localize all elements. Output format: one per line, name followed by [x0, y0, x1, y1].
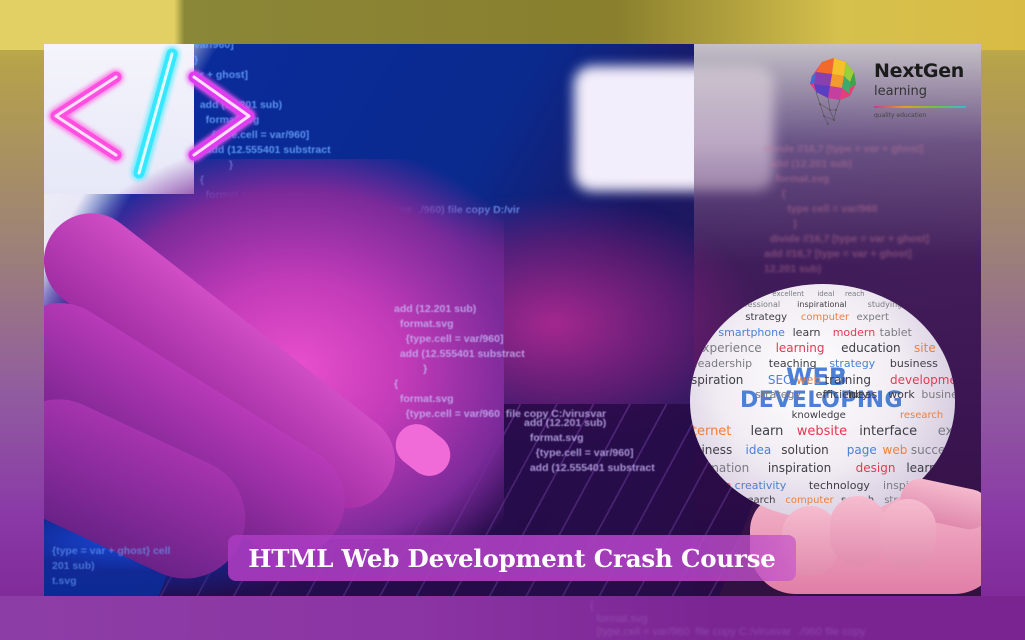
sphere-word: experience	[937, 424, 955, 439]
sphere-word: strategy	[755, 388, 801, 401]
sphere-word: website	[796, 424, 848, 439]
sphere-word: teaching	[768, 357, 817, 370]
sphere-word: inspiration	[690, 373, 744, 387]
sphere-word: smartphone	[718, 326, 785, 339]
sphere-word: creativity	[734, 479, 787, 492]
sphere-word: web	[882, 443, 908, 457]
sphere-word: expert	[856, 312, 889, 323]
sphere-word: success	[910, 443, 955, 457]
sphere-word: tablet	[879, 326, 912, 339]
sphere-word: ideas	[705, 495, 732, 506]
sphere-word: solution	[781, 443, 829, 457]
sphere-word: business	[690, 443, 733, 457]
sphere-word: search	[742, 495, 776, 506]
sphere-word: learning	[906, 461, 955, 475]
left-angle-bracket	[50, 71, 122, 161]
sphere-word: research	[900, 410, 944, 421]
brand-divider	[874, 106, 966, 108]
finger-tip	[880, 499, 936, 569]
sphere-word: inspiration	[767, 461, 832, 475]
sphere-word: learn	[750, 424, 784, 439]
sphere-word: learn	[792, 326, 821, 339]
nextgen-logo: NextGen learning quality education	[806, 54, 976, 134]
sphere-word: modern	[832, 326, 876, 339]
sphere-word: computer	[785, 495, 834, 506]
code-block-bottom-left: {type = var + ghost} cell 201 sub) t.svg	[52, 545, 171, 587]
sphere-word: training	[824, 373, 871, 387]
sphere-word: studying	[867, 300, 903, 309]
sphere-word: learning	[775, 341, 825, 355]
code-block-center: add (12.201 sub) format.svg {type.cell =…	[394, 303, 607, 420]
sphere-word: business	[921, 388, 955, 401]
code-block-lower: add (12.201 sub) format.svg {type.cell =…	[524, 417, 655, 474]
sphere-word: education	[841, 341, 901, 355]
sphere-word: page	[846, 443, 877, 457]
sphere-word: ideas	[848, 388, 878, 401]
sphere-word: interface	[859, 424, 918, 439]
code-block-right: divide //16,7 [type = var + ghost] add (…	[764, 143, 930, 275]
brain-polygon-icon	[810, 58, 856, 125]
sphere-word: information	[690, 461, 750, 475]
sphere-word: technology	[808, 479, 870, 492]
sphere-word: strategy	[829, 357, 876, 370]
sphere-word: webpage	[690, 479, 732, 492]
sphere-word: leadership	[694, 357, 753, 370]
sphere-word: site	[914, 341, 936, 355]
sphere-word: experience	[695, 341, 762, 355]
sphere-word: computer	[800, 312, 850, 323]
sphere-word: work	[888, 388, 915, 401]
brand-tagline: quality education	[874, 112, 927, 119]
course-title: HTML Web Development Crash Course	[248, 543, 776, 573]
sphere-word: excellent	[772, 290, 805, 298]
sphere-word: inspirational	[797, 300, 847, 309]
sphere-word: strategy	[745, 312, 788, 323]
right-angle-bracket	[188, 71, 255, 161]
sphere-word: development	[890, 373, 955, 387]
sphere-word: business	[889, 357, 938, 370]
outer-ghost-code: { format.svg {type.cell = var/960 file c…	[590, 600, 866, 638]
sphere-word: SEO	[767, 373, 793, 387]
sphere-word: internet	[690, 424, 732, 439]
sphere-word: knowledge	[791, 410, 846, 421]
sphere-word: reach	[845, 290, 865, 298]
sphere-word: design	[855, 461, 896, 475]
brand-subname: learning	[874, 84, 928, 99]
course-title-banner: HTML Web Development Crash Course	[228, 535, 796, 581]
sphere-word: ideal	[817, 290, 835, 298]
brand-name: NextGen	[874, 60, 965, 82]
sphere-word: idea	[745, 443, 772, 457]
finger-tip	[830, 496, 886, 566]
code-tag-icon	[50, 48, 255, 179]
sphere-word: professional	[731, 300, 781, 309]
banner-image-frame: var/960] } ar + ghost] add (12.201 sub) …	[44, 44, 981, 596]
sphere-word: web	[796, 373, 821, 387]
